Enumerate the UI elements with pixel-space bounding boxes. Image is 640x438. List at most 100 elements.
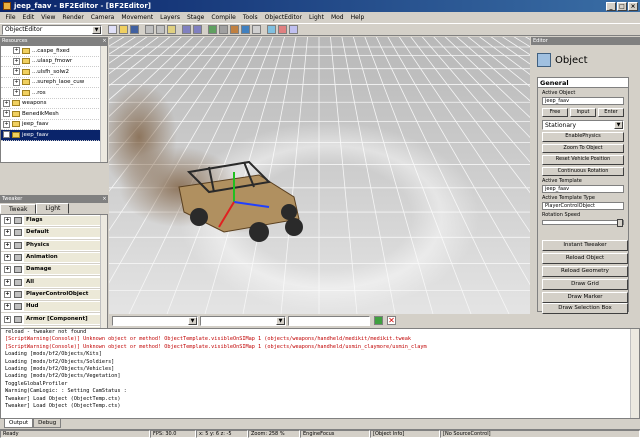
expand-icon[interactable]: + [4,241,11,249]
tab-tweak[interactable]: Tweak [0,204,37,214]
reload-geometry-button[interactable]: Reload Geometry [542,266,628,277]
cancel-icon[interactable]: ✕ [387,316,396,325]
tree-item[interactable]: + ...ros [1,88,107,99]
expand-icon[interactable]: + [13,78,20,86]
tree-item[interactable]: + jeep_faav [1,120,107,130]
tree-item[interactable]: + ...ulasp_fmowr [1,57,107,67]
menu-render[interactable]: Render [59,14,87,21]
tab-light[interactable]: Light [36,203,70,214]
maximize-button[interactable]: □ [617,1,627,11]
expand-icon[interactable]: + [3,120,10,128]
expand-icon[interactable]: + [4,217,11,225]
tree-item[interactable]: + ...sureph_laoe_cuw [1,78,107,88]
camera-icon[interactable] [208,25,217,34]
close-icon[interactable]: × [101,195,108,203]
log-tab-output[interactable]: Output [4,419,34,428]
menu-mod[interactable]: Mod [327,14,347,21]
filter-select-2[interactable]: ▼ [200,315,286,326]
editor-select[interactable]: ObjectEditor ▼ [2,24,102,35]
active-template-type-field[interactable]: PlayerControlObject [542,202,624,210]
property-group[interactable]: + Default [1,227,107,240]
rotate-icon[interactable] [241,25,250,34]
new-file-icon[interactable] [108,25,117,34]
paste-icon[interactable] [167,25,176,34]
draw-marker-button[interactable]: Draw Marker [542,292,628,303]
cut-icon[interactable] [145,25,154,34]
menu-objecteditor[interactable]: ObjectEditor [261,14,305,21]
tree-scrollbar[interactable] [100,46,107,162]
close-icon[interactable]: × [101,37,108,45]
apply-icon[interactable] [374,316,383,325]
3d-viewport[interactable] [109,37,530,314]
expand-icon[interactable]: + [4,229,11,237]
chevron-down-icon[interactable]: ▼ [614,121,623,129]
expand-icon[interactable]: + [13,68,20,76]
slider-handle[interactable] [617,219,623,227]
expand-icon[interactable]: + [4,266,11,274]
tree-item[interactable]: - jeep_faav [1,130,107,141]
expand-icon[interactable]: + [13,89,20,97]
minimize-button[interactable]: _ [606,1,616,11]
property-group[interactable]: + Animation [1,252,107,265]
reset-vehicle-button[interactable]: Reset Vehicle Position [542,155,624,165]
expand-icon[interactable]: + [3,99,10,107]
tree-item[interactable]: + weapons [1,99,107,109]
property-group[interactable]: + Flags [1,215,107,228]
log-scrollbar[interactable] [630,329,639,418]
chevron-down-icon[interactable]: ▼ [276,316,285,325]
scale-icon[interactable] [252,25,261,34]
draw-grid-button[interactable]: Draw Grid [542,279,628,290]
menu-edit[interactable]: Edit [19,14,38,21]
viewport-scene[interactable] [109,37,530,314]
zoom-to-object-button[interactable]: Zoom To Object [542,143,624,153]
tree-item[interactable]: + ...caspe_fixed [1,46,107,57]
copy-icon[interactable] [156,25,165,34]
tree-item[interactable]: + BenedikMesh [1,109,107,120]
active-object-field[interactable]: jeep_faav [542,97,624,105]
menu-view[interactable]: View [38,14,59,21]
log-tab-debug[interactable]: Debug [33,419,62,428]
resource-tree[interactable]: + ...caspe_fixed + ...ulasp_fmowr + ...ulsfh_… [0,45,108,163]
chevron-down-icon[interactable]: ▼ [92,25,101,34]
chevron-down-icon[interactable]: ▼ [188,316,197,325]
property-group[interactable]: + PlayerControlObject [1,289,107,302]
free-button[interactable]: Free [542,108,568,117]
expand-icon[interactable]: - [3,131,10,139]
expand-icon[interactable]: + [4,290,11,298]
enter-button[interactable]: Enter [598,108,624,117]
menu-tools[interactable]: Tools [239,14,261,21]
open-folder-icon[interactable] [119,25,128,34]
move-icon[interactable] [230,25,239,34]
redo-icon[interactable] [193,25,202,34]
filter-input[interactable] [288,315,370,326]
expand-icon[interactable]: + [3,110,10,118]
menu-camera[interactable]: Camera [87,14,118,21]
expand-icon[interactable]: + [13,47,20,55]
expand-icon[interactable]: + [13,57,20,65]
delete-icon[interactable] [278,25,287,34]
menu-help[interactable]: Help [347,14,368,21]
rotation-speed-slider[interactable] [542,219,624,227]
reload-object-button[interactable]: Reload Object [542,253,628,264]
property-group[interactable]: + Hud [1,301,107,314]
menu-stage[interactable]: Stage [183,14,207,21]
continuous-rotation-button[interactable]: Continuous Rotation [542,166,624,176]
undo-icon[interactable] [182,25,191,34]
expand-icon[interactable]: + [4,303,11,311]
tree-item[interactable]: + ...ulsfh_solw2 [1,67,107,78]
filter-select-1[interactable]: ▼ [112,315,198,326]
menu-movement[interactable]: Movement [118,14,157,21]
menu-light[interactable]: Light [305,14,327,21]
menu-layers[interactable]: Layers [157,14,184,21]
active-template-field[interactable]: jeep_faav [542,185,624,193]
grid-icon[interactable] [219,25,228,34]
close-button[interactable]: × [628,1,638,11]
property-group[interactable]: + All [1,276,107,289]
expand-icon[interactable]: + [4,278,11,286]
property-group[interactable]: + Damage [1,264,107,277]
property-group[interactable]: + Physics [1,240,107,252]
draw-selection-box-button[interactable]: Draw Selection Box [542,303,628,314]
input-button[interactable]: Input [570,108,596,117]
instant-tweaker-button[interactable]: Instant Tweaker [542,240,628,251]
menu-compile[interactable]: Compile [208,14,240,21]
